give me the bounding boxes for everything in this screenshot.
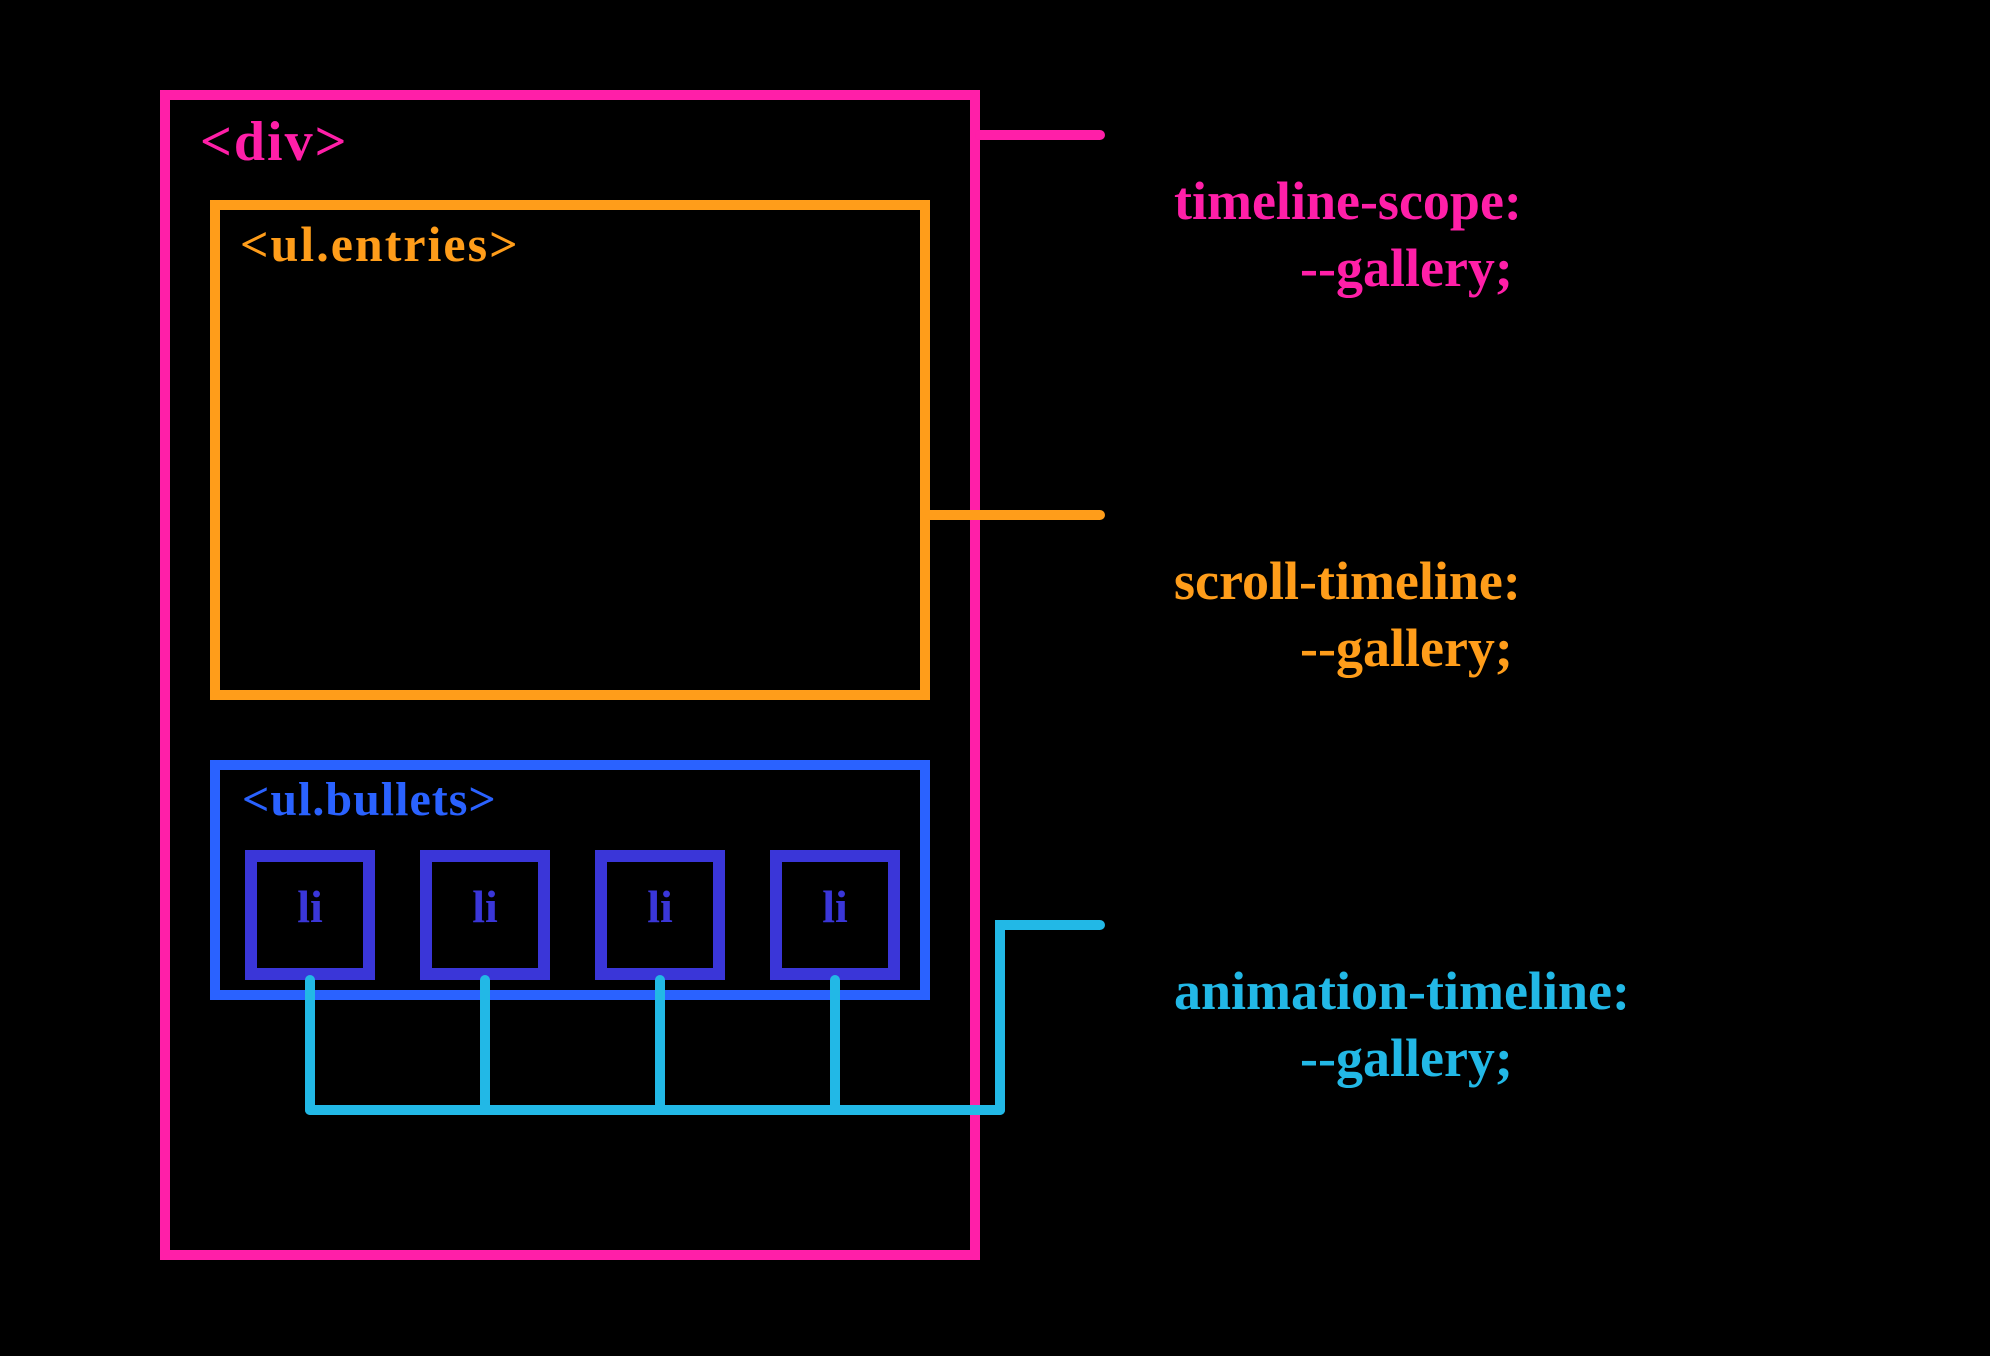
outer-div-tag-label: <div> <box>200 110 349 174</box>
li-label-1: li <box>245 880 375 933</box>
li-label-3: li <box>595 880 725 933</box>
li-label-4: li <box>770 880 900 933</box>
entries-box <box>210 200 930 700</box>
annotation-scroll-timeline-line2: --gallery; <box>1120 618 1513 678</box>
annotation-scroll-timeline: scroll-timeline: --gallery; <box>1120 480 1521 750</box>
diagram-stage: <div> <ul.entries> <ul.bullets> li li li… <box>0 0 1990 1356</box>
annotation-scroll-timeline-line1: scroll-timeline: <box>1174 551 1521 611</box>
annotation-timeline-scope: timeline-scope: --gallery; <box>1120 100 1522 370</box>
annotation-animation-timeline-line1: animation-timeline: <box>1174 961 1630 1021</box>
annotation-timeline-scope-line2: --gallery; <box>1120 238 1513 298</box>
annotation-animation-timeline: animation-timeline: --gallery; <box>1120 890 1630 1160</box>
li-label-2: li <box>420 880 550 933</box>
annotation-animation-timeline-line2: --gallery; <box>1120 1028 1513 1088</box>
bullets-tag-label: <ul.bullets> <box>242 772 497 827</box>
entries-tag-label: <ul.entries> <box>240 215 520 273</box>
annotation-timeline-scope-line1: timeline-scope: <box>1174 171 1522 231</box>
